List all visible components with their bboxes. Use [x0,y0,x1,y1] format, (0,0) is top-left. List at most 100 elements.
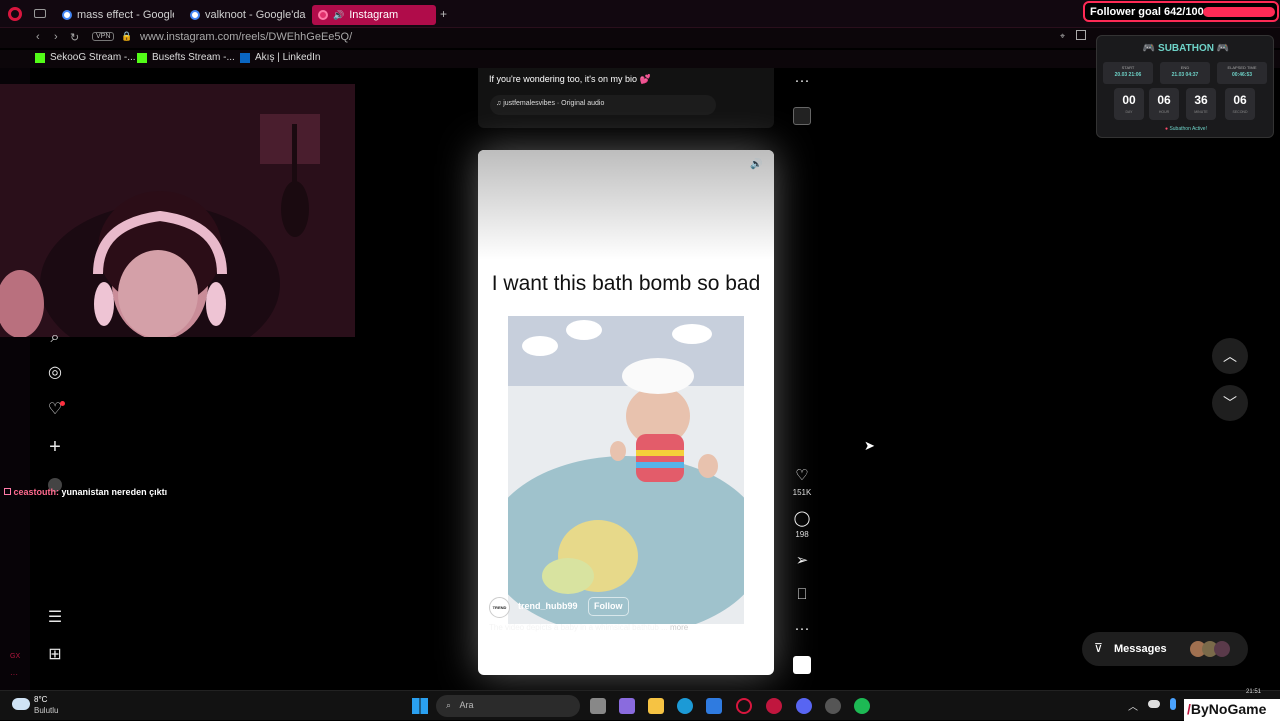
previous-audio-thumb[interactable] [793,107,811,125]
url-field[interactable]: www.instagram.com/reels/DWEhhGeEe5Q/ [140,31,352,43]
subathon-title: 🎮 SUBATHON 🎮 [1142,43,1230,54]
previous-reel-caption: If you're wondering too, it's on my bio … [489,74,651,84]
search-icon[interactable]: ⌕ [46,329,64,347]
threads-icon[interactable]: ⊞ [46,646,64,664]
forward-icon[interactable]: › [54,31,58,43]
messages-button[interactable]: ⊽ Messages [1082,632,1248,666]
onedrive-icon[interactable] [1148,700,1160,708]
notifications-icon[interactable]: ♡ [46,401,65,419]
countdown-hour: 06 HOUR [1149,88,1179,120]
steam-icon[interactable] [825,698,841,714]
pin-icon[interactable]: ⌖ [1060,31,1065,42]
share-icon[interactable]: ➢ [793,551,811,569]
more-options-icon[interactable]: ··· [793,72,811,89]
kick-icon [35,52,45,63]
bookmarks-bar: SekooG Stream -... Busefts Stream -... A… [0,50,1280,68]
tray-chevron-icon[interactable]: ︿ [1128,698,1138,713]
weather-temp[interactable]: 8°C [34,695,47,704]
save-icon[interactable]: ⎕ [793,586,811,603]
discord-icon[interactable] [796,698,812,714]
microphone-icon[interactable] [1170,698,1176,710]
snapshot-icon[interactable] [1076,30,1086,40]
follower-goal-bar [1203,7,1275,17]
spotify-icon[interactable] [854,698,870,714]
bookmark-sekoog[interactable]: SekooG Stream -... [35,52,136,63]
message-avatars [1190,641,1230,657]
like-count: 151K [792,488,812,497]
reel-audio[interactable]: ♫ trend_hubb99 · Original audio [490,646,716,666]
chat-badge-icon [4,488,11,495]
vpn-badge[interactable]: VPN [92,32,115,41]
countdown-minute: 36 MINUTE [1186,88,1216,120]
mail-icon[interactable] [706,698,722,714]
lock-icon: 🔒 [121,31,133,41]
messages-icon: ⊽ [1094,641,1103,655]
next-reel-button[interactable]: ﹀ [1212,385,1248,421]
comment-icon[interactable]: ◯ [793,509,811,527]
more-options-icon[interactable]: ··· [793,620,811,637]
file-explorer-icon[interactable] [648,698,664,714]
subathon-elapsed: ELAPSED TIME 00:46:53 [1217,62,1267,84]
countdown-second: 06 SECOND [1225,88,1255,120]
messages-label: Messages [1114,643,1167,655]
countdown-day: 00 DAY [1114,88,1144,120]
subathon-start: START 20.03 21:06 [1103,62,1153,84]
more-link[interactable]: more [670,623,688,632]
edge-icon[interactable] [677,698,693,714]
tab-valknoot[interactable]: valknoot - Google'da Ara [184,5,306,25]
more-icon[interactable]: ··· [10,670,18,679]
task-view-icon[interactable] [590,698,606,714]
previous-reel-audio[interactable]: ♫ justfemalesvibes · Original audio [490,95,716,115]
baby-bath-image [508,316,744,624]
windows-start-icon[interactable] [412,698,428,714]
webcam-overlay [0,84,355,337]
tab-instagram[interactable]: 🔊 Instagram [312,5,436,25]
follow-button[interactable]: Follow [588,597,629,616]
comment-count: 198 [795,530,809,539]
reel-description: The video depicts a baby in a whimsical … [489,623,689,632]
mute-icon[interactable]: 🔊 [750,159,762,170]
streamer-webcam-image [0,84,355,337]
bynogame-watermark: /ByNoGame [1184,699,1280,721]
explore-icon[interactable]: ◎ [46,364,64,382]
bookmark-linkedin[interactable]: Akış | LinkedIn [240,52,320,63]
kick-icon [137,52,147,63]
audio-thumb[interactable] [793,656,811,674]
tab-icon[interactable] [34,9,46,18]
create-icon[interactable]: + [46,437,64,457]
follower-goal-text: Follower goal 642/100 [1090,6,1204,18]
linkedin-icon [240,52,250,63]
opera-gx-icon[interactable] [736,698,752,714]
follower-goal-widget: Follower goal 642/100 [1083,1,1279,22]
like-icon[interactable]: ♡ [793,466,811,484]
clock[interactable]: 21:51 [1246,689,1261,695]
new-tab-button[interactable]: + [440,7,447,21]
taskbar-search[interactable]: ⌕ Ara [436,695,580,717]
gx-label[interactable]: GX [10,653,20,660]
address-bar-row: ‹ › ↻ VPN 🔒 www.instagram.com/reels/DWEh… [0,28,1280,48]
google-icon [62,10,72,20]
reel-video[interactable]: 🔊 I want this bath bomb so bad TREND tre… [478,150,774,675]
back-icon[interactable]: ‹ [36,31,40,43]
copilot-icon[interactable] [619,698,635,714]
windows-taskbar: 8°C Bulutlu ⌕ Ara ︿ 21:51 /ByNoGame [0,689,1280,721]
weather-icon [12,698,30,710]
bookmark-busefts[interactable]: Busefts Stream -... [137,52,235,63]
user-avatar[interactable]: TREND [489,597,510,618]
tab-mass-effect[interactable]: mass effect - Google'da Ar [56,5,174,25]
reload-icon[interactable]: ↻ [70,31,79,44]
app-icon[interactable] [766,698,782,714]
mouse-cursor-icon: ➤ [864,438,875,453]
subathon-end: END 21.03 04:37 [1160,62,1210,84]
reel-username[interactable]: trend_hubb99 [518,601,578,611]
reel-headline: I want this bath bomb so bad [491,272,761,295]
opera-logo-icon[interactable] [8,7,22,21]
google-icon [190,10,200,20]
previous-reel-card[interactable]: If you're wondering too, it's on my bio … [478,68,774,128]
previous-reel-button[interactable]: ︿ [1212,338,1248,374]
subathon-status: ● Subathon Active! [1165,126,1207,132]
subathon-widget: 🎮 SUBATHON 🎮 START 20.03 21:06 END 21.03 0… [1096,35,1274,138]
menu-icon[interactable]: ☰ [46,609,64,627]
instagram-icon [318,10,328,20]
weather-text: Bulutlu [34,706,59,715]
